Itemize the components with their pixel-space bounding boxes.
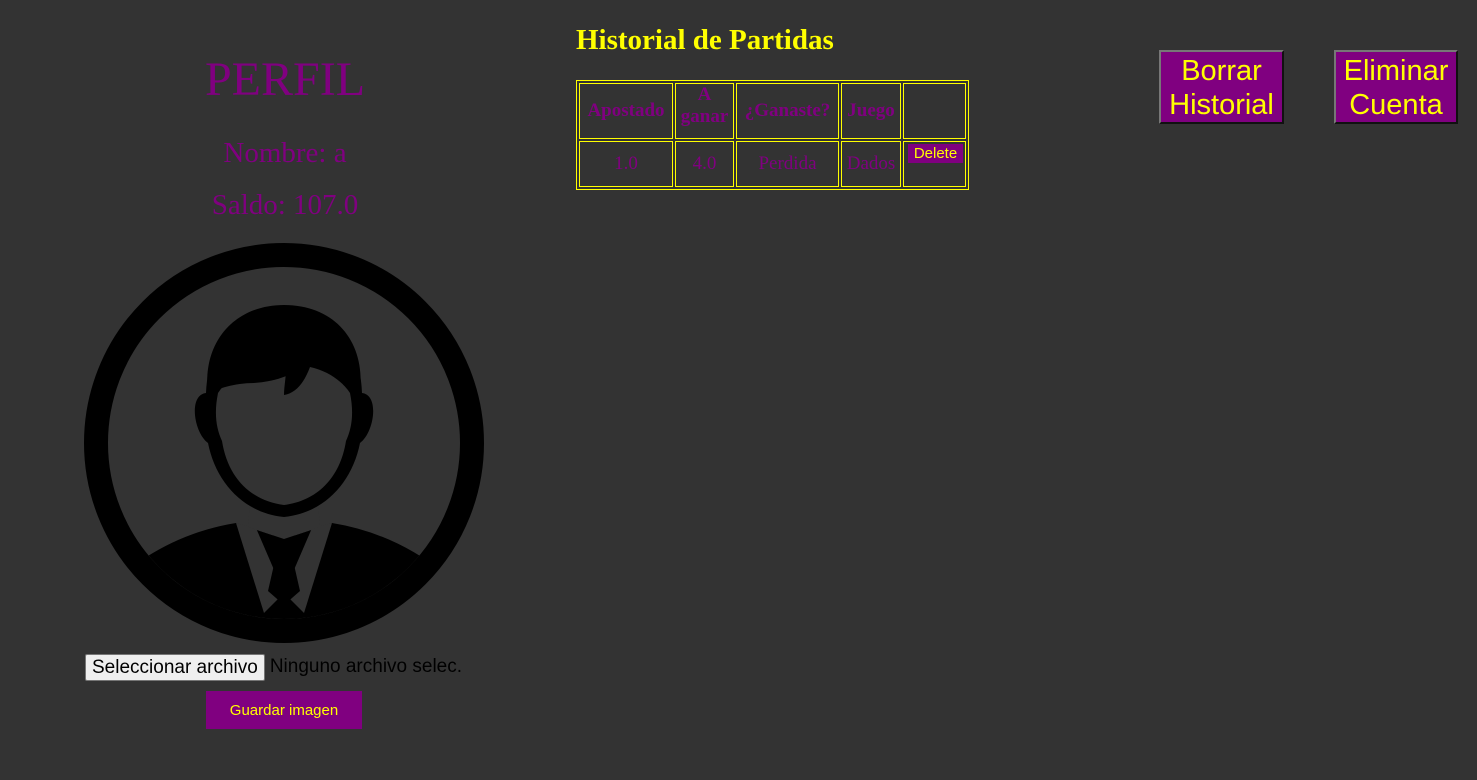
profile-balance: Saldo: 107.0	[211, 189, 359, 221]
clear-history-button[interactable]: Borrar Historial	[1159, 50, 1284, 124]
cell-won: Perdida	[736, 141, 839, 187]
cell-to-win: 4.0	[675, 141, 734, 187]
profile-page: PERFIL Nombre: a Saldo: 107.0 Selecciona…	[0, 0, 1477, 780]
choose-file-button[interactable]: Seleccionar archivo	[85, 653, 265, 681]
cell-game: Dados	[841, 141, 901, 187]
column-header-action	[903, 83, 966, 139]
table-row: 1.0 4.0 Perdida Dados Delete	[579, 141, 966, 187]
profile-title: PERFIL	[204, 53, 366, 106]
delete-account-button[interactable]: Eliminar Cuenta	[1334, 50, 1458, 124]
profile-panel: PERFIL Nombre: a Saldo: 107.0	[70, 50, 500, 222]
delete-row-button[interactable]: Delete	[907, 144, 964, 163]
file-upload: Seleccionar archivo Ninguno archivo sele…	[85, 653, 462, 681]
save-image-button[interactable]: Guardar imagen	[206, 691, 362, 729]
history-header-row: Apostado A ganar ¿Ganaste? Juego	[579, 83, 966, 139]
column-header-won: ¿Ganaste?	[736, 83, 839, 139]
column-header-game: Juego	[841, 83, 901, 139]
cell-action: Delete	[903, 141, 966, 187]
file-status-text: Ninguno archivo selec.	[269, 656, 463, 677]
user-avatar-icon	[84, 243, 484, 643]
column-header-to-win: A ganar	[675, 83, 734, 139]
column-header-bet: Apostado	[579, 83, 673, 139]
cell-bet: 1.0	[579, 141, 673, 187]
history-table: Apostado A ganar ¿Ganaste? Juego 1.0 4.0…	[576, 80, 969, 190]
history-title: Historial de Partidas	[576, 24, 834, 56]
column-header-to-win-label: A ganar	[680, 84, 729, 127]
profile-name: Nombre: a	[223, 137, 347, 169]
